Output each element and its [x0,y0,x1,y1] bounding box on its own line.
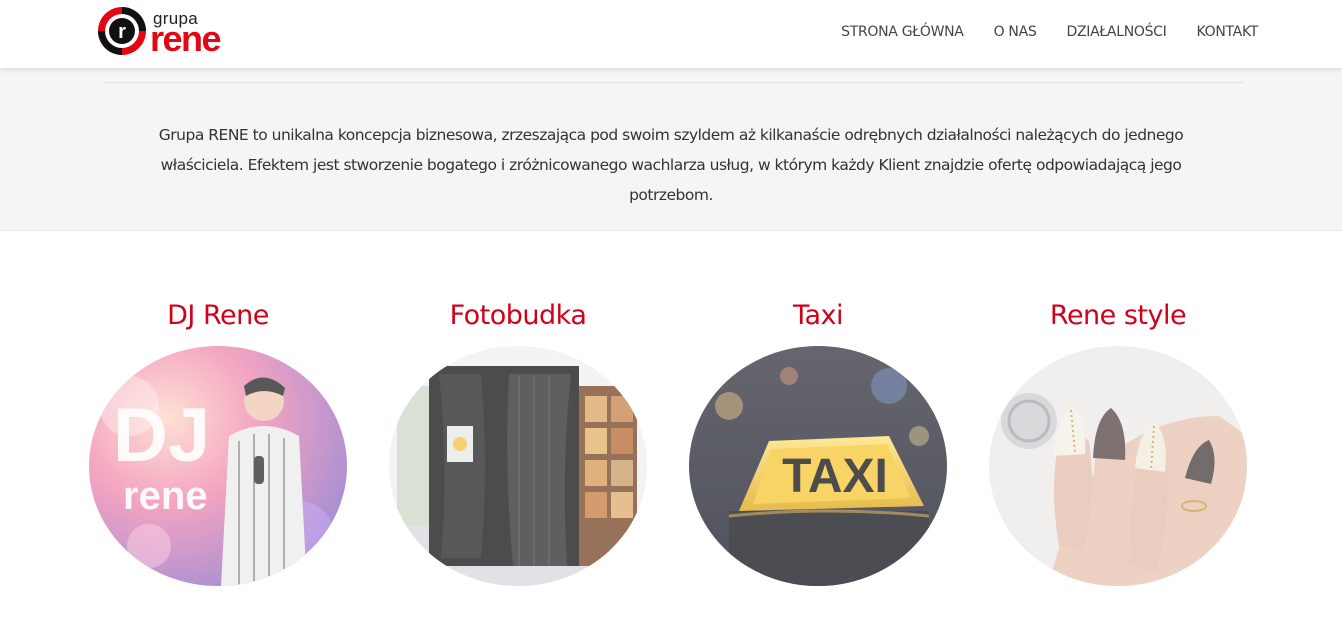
logo-rene-text: rene [150,18,222,59]
service-image-fotobudka[interactable] [389,346,647,586]
intro-divider [102,82,1244,83]
service-image-rene-style[interactable] [989,346,1247,586]
intro-text: Grupa RENE to unikalna koncepcja bizneso… [158,125,1184,204]
nav-item-home[interactable]: STRONA GŁÓWNA [841,24,964,40]
dj-image: DJ rene [89,346,347,586]
site-logo[interactable]: r grupa rene [96,5,256,61]
nav-item-activities[interactable]: DZIAŁALNOŚCI [1066,24,1166,40]
photobooth-image [389,346,647,586]
taxi-sign-text: TAXI [782,450,888,503]
intro-section: Grupa RENE to unikalna koncepcja bizneso… [0,68,1342,231]
service-title-dj-rene[interactable]: DJ Rene [88,300,348,342]
dj-logo-text: DJ [113,393,210,478]
service-dj-rene: DJ Rene DJ rene [88,300,348,586]
service-taxi: Taxi TAXI [688,300,948,586]
nav-item-about[interactable]: O NAS [994,24,1037,40]
service-title-rene-style[interactable]: Rene style [988,300,1248,342]
logo-mark-letter: r [118,21,126,43]
main-nav: STRONA GŁÓWNA O NAS DZIAŁALNOŚCI KONTAKT [841,24,1258,40]
service-image-dj-rene[interactable]: DJ rene [89,346,347,586]
logo-mark-icon: r [98,7,146,55]
nav-item-contact[interactable]: KONTAKT [1197,24,1259,40]
service-rene-style: Rene style [988,300,1248,586]
dj-rene-text: rene [123,474,208,518]
taxi-image: TAXI [689,346,947,586]
nails-image [989,346,1247,586]
service-fotobudka: Fotobudka [388,300,648,586]
site-header: r grupa rene STRONA GŁÓWNA O NAS DZIAŁAL… [0,0,1342,68]
service-image-taxi[interactable]: TAXI [689,346,947,586]
service-title-taxi[interactable]: Taxi [688,300,948,342]
service-title-fotobudka[interactable]: Fotobudka [388,300,648,342]
